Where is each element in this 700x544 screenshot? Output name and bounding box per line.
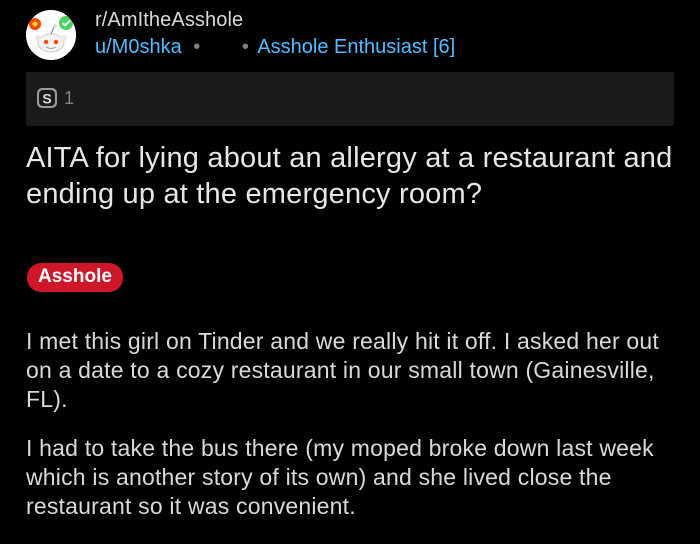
- silver-award-icon: S: [37, 88, 57, 108]
- post-flair-badge[interactable]: Asshole: [27, 263, 123, 292]
- post-title[interactable]: AITA for lying about an allergy at a res…: [26, 140, 686, 212]
- avatar[interactable]: [26, 10, 76, 60]
- separator-dot: •: [193, 36, 201, 58]
- body-paragraph: I had to take the bus there (my moped br…: [26, 435, 654, 519]
- awards-bar[interactable]: S 1: [26, 72, 674, 126]
- author-username[interactable]: u/M0shka: [95, 36, 182, 58]
- body-paragraph: I met this girl on Tinder and we really …: [26, 328, 660, 412]
- snoo-avatar-icon: [26, 10, 76, 60]
- award-count: 1: [64, 88, 75, 108]
- post-body: I met this girl on Tinder and we really …: [26, 327, 686, 541]
- post-header: r/AmItheAsshole u/M0shka • • Asshole Ent…: [26, 6, 686, 62]
- svg-text:S: S: [42, 91, 51, 107]
- author-row: u/M0shka • • Asshole Enthusiast [6]: [95, 36, 455, 59]
- subreddit-name[interactable]: r/AmItheAsshole: [95, 9, 243, 32]
- separator-dot-2: •: [241, 36, 249, 58]
- user-flair: Asshole Enthusiast [6]: [257, 36, 456, 58]
